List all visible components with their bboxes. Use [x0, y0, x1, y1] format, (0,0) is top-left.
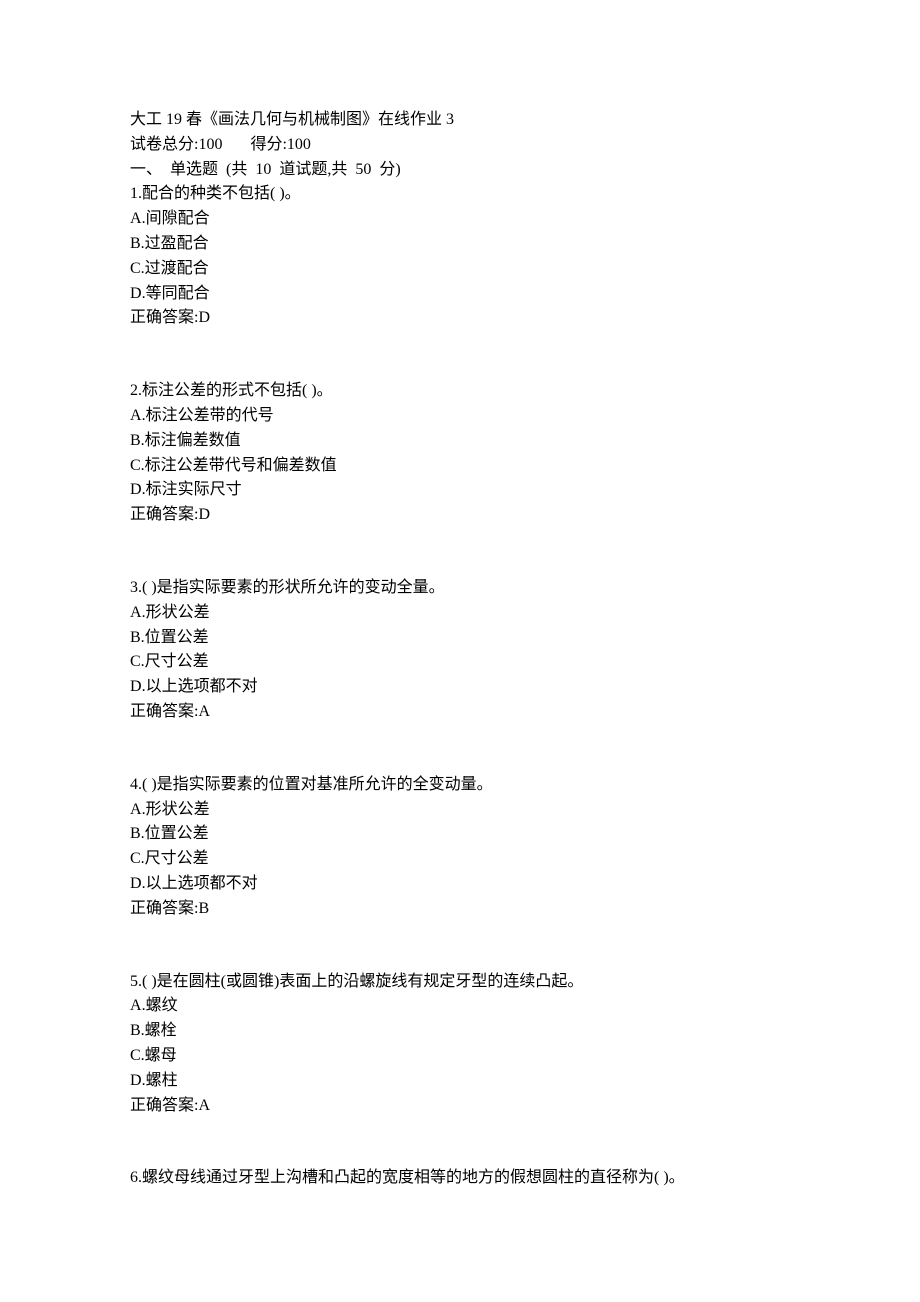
answer-line: 正确答案:A	[130, 700, 790, 725]
score-line: 试卷总分:100 得分:100	[130, 133, 790, 158]
option-d: D.以上选项都不对	[130, 675, 790, 700]
option-a: A.形状公差	[130, 798, 790, 823]
answer-line: 正确答案:A	[130, 1094, 790, 1119]
question-stem: 1.配合的种类不包括( )。	[130, 182, 790, 207]
option-b: B.螺栓	[130, 1019, 790, 1044]
option-b: B.标注偏差数值	[130, 429, 790, 454]
document-header: 大工 19 春《画法几何与机械制图》在线作业 3 试卷总分:100 得分:100…	[130, 108, 790, 331]
option-a: A.标注公差带的代号	[130, 404, 790, 429]
option-b: B.过盈配合	[130, 232, 790, 257]
document-page: 大工 19 春《画法几何与机械制图》在线作业 3 试卷总分:100 得分:100…	[0, 0, 920, 1302]
option-d: D.标注实际尺寸	[130, 478, 790, 503]
question-2: 2.标注公差的形式不包括( )。 A.标注公差带的代号 B.标注偏差数值 C.标…	[130, 379, 790, 528]
option-b: B.位置公差	[130, 626, 790, 651]
option-c: C.螺母	[130, 1044, 790, 1069]
question-stem: 6.螺纹母线通过牙型上沟槽和凸起的宽度相等的地方的假想圆柱的直径称为( )。	[130, 1166, 790, 1191]
question-1: 1.配合的种类不包括( )。 A.间隙配合 B.过盈配合 C.过渡配合 D.等同…	[130, 182, 790, 331]
option-d: D.等同配合	[130, 282, 790, 307]
option-d: D.螺柱	[130, 1069, 790, 1094]
option-c: C.过渡配合	[130, 257, 790, 282]
option-c: C.尺寸公差	[130, 650, 790, 675]
option-c: C.标注公差带代号和偏差数值	[130, 454, 790, 479]
question-stem: 4.( )是指实际要素的位置对基准所允许的全变动量。	[130, 773, 790, 798]
section-heading: 一、 单选题 (共 10 道试题,共 50 分)	[130, 158, 790, 183]
question-3: 3.( )是指实际要素的形状所允许的变动全量。 A.形状公差 B.位置公差 C.…	[130, 576, 790, 725]
option-a: A.形状公差	[130, 601, 790, 626]
option-b: B.位置公差	[130, 822, 790, 847]
course-title: 大工 19 春《画法几何与机械制图》在线作业 3	[130, 108, 790, 133]
option-d: D.以上选项都不对	[130, 872, 790, 897]
question-stem: 5.( )是在圆柱(或圆锥)表面上的沿螺旋线有规定牙型的连续凸起。	[130, 970, 790, 995]
answer-line: 正确答案:D	[130, 306, 790, 331]
option-c: C.尺寸公差	[130, 847, 790, 872]
question-stem: 2.标注公差的形式不包括( )。	[130, 379, 790, 404]
option-a: A.螺纹	[130, 994, 790, 1019]
question-stem: 3.( )是指实际要素的形状所允许的变动全量。	[130, 576, 790, 601]
option-a: A.间隙配合	[130, 207, 790, 232]
answer-line: 正确答案:B	[130, 897, 790, 922]
question-6: 6.螺纹母线通过牙型上沟槽和凸起的宽度相等的地方的假想圆柱的直径称为( )。	[130, 1166, 790, 1191]
question-4: 4.( )是指实际要素的位置对基准所允许的全变动量。 A.形状公差 B.位置公差…	[130, 773, 790, 922]
answer-line: 正确答案:D	[130, 503, 790, 528]
question-5: 5.( )是在圆柱(或圆锥)表面上的沿螺旋线有规定牙型的连续凸起。 A.螺纹 B…	[130, 970, 790, 1119]
